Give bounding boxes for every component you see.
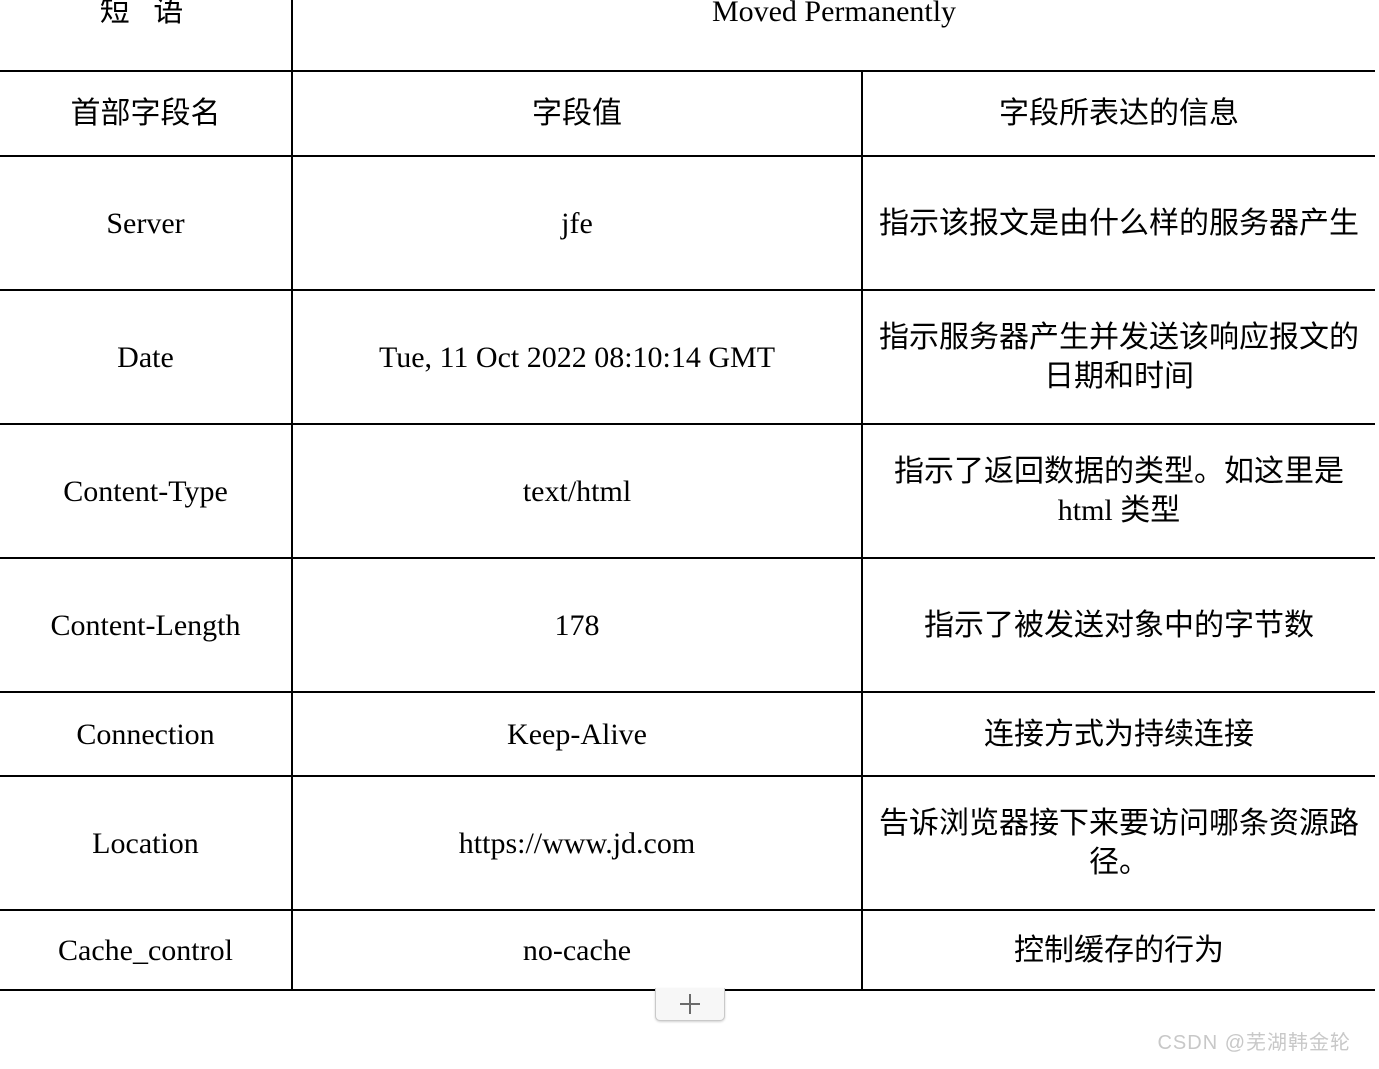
cell-phrase-label: 短 语 — [0, 0, 292, 72]
cell-field-value: https://www.jd.com — [291, 775, 862, 911]
description-text: 指示了返回数据的类型。如这里是 html 类型 — [894, 455, 1344, 527]
cell-field-value: text/html — [291, 423, 862, 559]
table-row: Cache_control no-cache 控制缓存的行为 — [0, 909, 1375, 991]
cell-field-name: Cache_control — [0, 909, 292, 991]
table-header-row: 首部字段名 字段值 字段所表达的信息 — [0, 70, 1375, 157]
phrase-value-text: Moved Permanently — [711, 0, 957, 28]
table-row: Connection Keep-Alive 连接方式为持续连接 — [0, 691, 1375, 777]
description-text: 指示该报文是由什么样的服务器产生 — [879, 206, 1359, 240]
table-row: Server jfe 指示该报文是由什么样的服务器产生 — [0, 155, 1375, 291]
table-row: Location https://www.jd.com 告诉浏览器接下来要访问哪… — [0, 775, 1375, 911]
cell-field-description: 指示了被发送对象中的字节数 — [861, 557, 1375, 693]
table-body: 短 语 Moved Permanently 首部字段名 字段值 字段所表达的信息… — [0, 0, 1375, 991]
cell-field-name: Date — [0, 289, 292, 425]
description-text: 控制缓存的行为 — [1014, 933, 1224, 967]
description-text: 告诉浏览器接下来要访问哪条资源路径。 — [879, 807, 1359, 879]
cell-field-description: 指示该报文是由什么样的服务器产生 — [861, 155, 1375, 291]
column-header-field-value: 字段值 — [291, 70, 862, 157]
cell-field-value: no-cache — [291, 909, 862, 991]
table-row-title: 短 语 Moved Permanently — [0, 0, 1375, 72]
table-row: Content-Type text/html 指示了返回数据的类型。如这里是 h… — [0, 423, 1375, 559]
cell-field-name: Content-Type — [0, 423, 292, 559]
table-row: Content-Length 178 指示了被发送对象中的字节数 — [0, 557, 1375, 693]
cell-field-name: Content-Length — [0, 557, 292, 693]
add-row-button[interactable] — [655, 988, 725, 1021]
table-row: Date Tue, 11 Oct 2022 08:10:14 GMT 指示服务器… — [0, 289, 1375, 425]
csdn-watermark: CSDN @芜湖韩金轮 — [1157, 1032, 1351, 1054]
cell-field-value: jfe — [291, 155, 862, 291]
phrase-label-text: 短 语 — [99, 0, 192, 28]
cell-field-description: 指示服务器产生并发送该响应报文的日期和时间 — [861, 289, 1375, 425]
cell-field-name: Connection — [0, 691, 292, 777]
column-header-field-description: 字段所表达的信息 — [861, 70, 1375, 157]
cell-field-description: 连接方式为持续连接 — [861, 691, 1375, 777]
cell-field-description: 控制缓存的行为 — [861, 909, 1375, 991]
cell-field-name: Server — [0, 155, 292, 291]
cell-phrase-value: Moved Permanently — [291, 0, 1375, 72]
description-text: 指示服务器产生并发送该响应报文的日期和时间 — [879, 321, 1359, 393]
description-text: 指示了被发送对象中的字节数 — [924, 608, 1314, 642]
cell-field-name: Location — [0, 775, 292, 911]
cell-field-value: Keep-Alive — [291, 691, 862, 777]
plus-icon — [680, 994, 700, 1014]
http-response-header-table: 短 语 Moved Permanently 首部字段名 字段值 字段所表达的信息… — [0, 0, 1375, 991]
cell-field-value: Tue, 11 Oct 2022 08:10:14 GMT — [291, 289, 862, 425]
cell-field-description: 指示了返回数据的类型。如这里是 html 类型 — [861, 423, 1375, 559]
description-text: 连接方式为持续连接 — [984, 717, 1254, 751]
cell-field-value: 178 — [291, 557, 862, 693]
column-header-field-name: 首部字段名 — [0, 70, 292, 157]
cell-field-description: 告诉浏览器接下来要访问哪条资源路径。 — [861, 775, 1375, 911]
